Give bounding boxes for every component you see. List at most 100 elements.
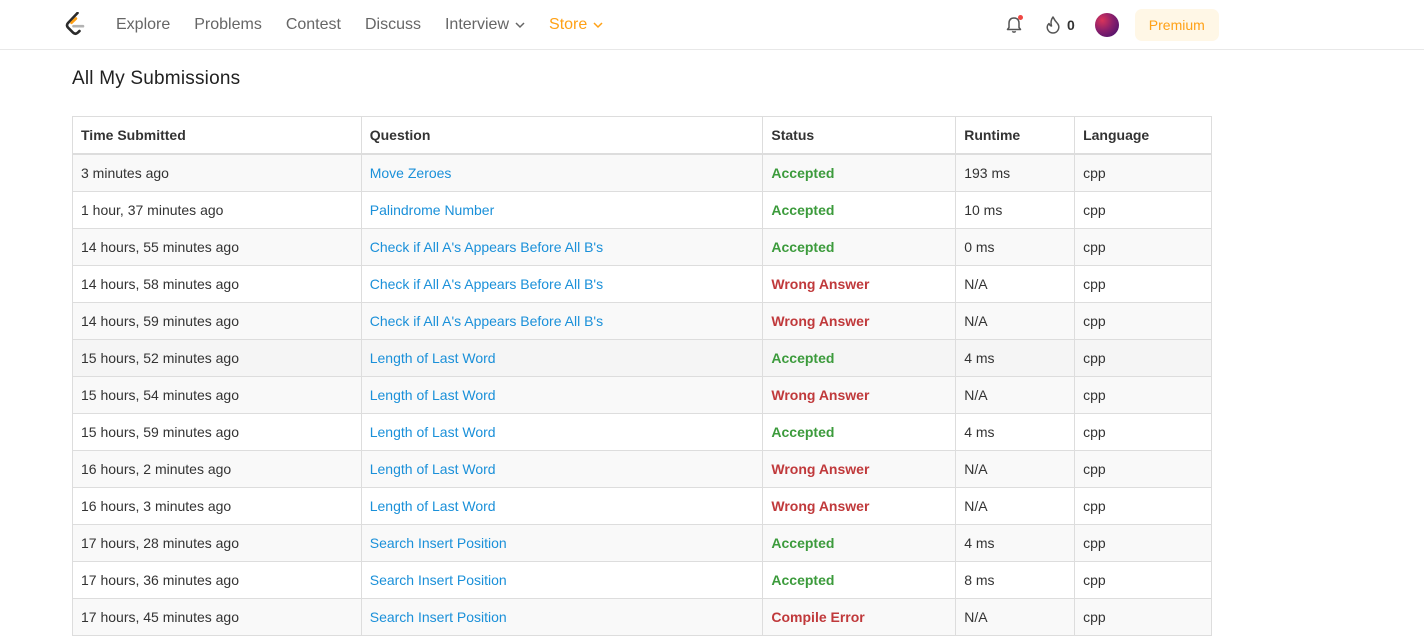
table-row: 1 hour, 37 minutes ago Palindrome Number A… — [72, 191, 1212, 229]
cell-question: Move Zeroes — [360, 153, 764, 192]
question-link[interactable]: Search Insert Position — [370, 535, 507, 551]
header-question: Question — [360, 116, 764, 155]
table-row: 15 hours, 54 minutes ago Length of Last W… — [72, 376, 1212, 414]
chevron-down-icon — [593, 21, 603, 28]
cell-status: Accepted — [762, 191, 957, 229]
table-row: 14 hours, 55 minutes ago Check if All A's… — [72, 228, 1212, 266]
question-link[interactable]: Move Zeroes — [370, 165, 452, 181]
notification-dot — [1018, 14, 1023, 20]
status-link[interactable]: Compile Error — [771, 609, 864, 625]
cell-language: cpp — [1074, 487, 1212, 525]
status-link[interactable]: Accepted — [771, 424, 834, 440]
cell-language: cpp — [1074, 228, 1212, 266]
question-link[interactable]: Length of Last Word — [370, 498, 496, 514]
nav-interview[interactable]: Interview — [445, 16, 525, 34]
question-link[interactable]: Search Insert Position — [370, 609, 507, 625]
avatar[interactable] — [1094, 12, 1119, 37]
cell-language: cpp — [1074, 265, 1212, 303]
status-link[interactable]: Accepted — [771, 535, 834, 551]
table-row: 16 hours, 3 minutes ago Length of Last Wo… — [72, 487, 1212, 525]
status-link[interactable]: Accepted — [771, 202, 834, 218]
cell-time-submitted: 15 hours, 52 minutes ago — [72, 339, 362, 377]
cell-question: Check if All A's Appears Before All B's — [360, 228, 764, 266]
status-link[interactable]: Wrong Answer — [771, 387, 869, 403]
status-link[interactable]: Wrong Answer — [771, 461, 869, 477]
header-time-submitted: Time Submitted — [72, 116, 362, 155]
cell-language: cpp — [1074, 561, 1212, 599]
status-link[interactable]: Accepted — [771, 239, 834, 255]
page-title: All My Submissions — [72, 68, 241, 89]
nav-store-label: Store — [549, 15, 588, 33]
cell-question: Check if All A's Appears Before All B's — [360, 302, 764, 340]
cell-question: Search Insert Position — [360, 561, 764, 599]
question-link[interactable]: Length of Last Word — [370, 461, 496, 477]
cell-runtime: N/A — [955, 450, 1076, 488]
cell-time-submitted: 3 minutes ago — [72, 153, 362, 192]
question-link[interactable]: Palindrome Number — [370, 202, 495, 218]
question-link[interactable]: Length of Last Word — [370, 424, 496, 440]
cell-runtime: N/A — [955, 302, 1076, 340]
question-link[interactable]: Length of Last Word — [370, 350, 496, 366]
cell-runtime: 10 ms — [955, 191, 1076, 229]
cell-time-submitted: 17 hours, 28 minutes ago — [72, 524, 362, 562]
cell-question: Length of Last Word — [360, 376, 764, 414]
streak-count: 0 — [1067, 16, 1075, 33]
question-link[interactable]: Check if All A's Appears Before All B's — [370, 276, 603, 292]
cell-status: Accepted — [762, 339, 957, 377]
cell-status: Accepted — [762, 153, 957, 192]
status-link[interactable]: Wrong Answer — [771, 276, 869, 292]
nav-explore[interactable]: Explore — [116, 16, 170, 34]
cell-question: Palindrome Number — [360, 191, 764, 229]
premium-button[interactable]: Premium — [1134, 8, 1219, 41]
leetcode-logo-icon[interactable] — [64, 12, 86, 38]
status-link[interactable]: Wrong Answer — [771, 498, 869, 514]
cell-language: cpp — [1074, 376, 1212, 414]
notifications-button[interactable] — [1004, 14, 1024, 35]
header-runtime: Runtime — [955, 116, 1076, 155]
cell-time-submitted: 17 hours, 36 minutes ago — [72, 561, 362, 599]
cell-status: Accepted — [762, 228, 957, 266]
cell-question: Search Insert Position — [360, 598, 764, 636]
cell-question: Length of Last Word — [360, 339, 764, 377]
header-status: Status — [762, 116, 957, 155]
cell-runtime: 4 ms — [955, 413, 1076, 451]
cell-runtime: 4 ms — [955, 339, 1076, 377]
cell-language: cpp — [1074, 302, 1212, 340]
cell-language: cpp — [1074, 191, 1212, 229]
cell-language: cpp — [1074, 153, 1212, 192]
cell-time-submitted: 16 hours, 3 minutes ago — [72, 487, 362, 525]
cell-status: Accepted — [762, 524, 957, 562]
table-row: 16 hours, 2 minutes ago Length of Last Wo… — [72, 450, 1212, 488]
cell-runtime: N/A — [955, 376, 1076, 414]
status-link[interactable]: Accepted — [771, 572, 834, 588]
question-link[interactable]: Search Insert Position — [370, 572, 507, 588]
cell-time-submitted: 1 hour, 37 minutes ago — [72, 191, 362, 229]
table-row: 14 hours, 59 minutes ago Check if All A's… — [72, 302, 1212, 340]
table-row: 17 hours, 36 minutes ago Search Insert Po… — [72, 561, 1212, 599]
nav-contest[interactable]: Contest — [286, 16, 341, 34]
cell-time-submitted: 14 hours, 55 minutes ago — [72, 228, 362, 266]
submissions-table: Time Submitted Question Status Runtime L… — [72, 116, 1212, 636]
question-link[interactable]: Check if All A's Appears Before All B's — [370, 239, 603, 255]
nav-problems[interactable]: Problems — [194, 16, 262, 34]
nav-discuss[interactable]: Discuss — [365, 16, 421, 34]
status-link[interactable]: Accepted — [771, 165, 834, 181]
question-link[interactable]: Check if All A's Appears Before All B's — [370, 313, 603, 329]
cell-question: Check if All A's Appears Before All B's — [360, 265, 764, 303]
cell-status: Accepted — [762, 413, 957, 451]
status-link[interactable]: Accepted — [771, 350, 834, 366]
fire-icon[interactable] — [1044, 15, 1062, 35]
cell-runtime: 0 ms — [955, 228, 1076, 266]
question-link[interactable]: Length of Last Word — [370, 387, 496, 403]
cell-question: Search Insert Position — [360, 524, 764, 562]
cell-runtime: N/A — [955, 265, 1076, 303]
cell-runtime: 193 ms — [955, 153, 1076, 192]
cell-status: Wrong Answer — [762, 265, 957, 303]
cell-time-submitted: 14 hours, 59 minutes ago — [72, 302, 362, 340]
cell-question: Length of Last Word — [360, 450, 764, 488]
cell-status: Wrong Answer — [762, 376, 957, 414]
nav-store[interactable]: Store — [549, 16, 603, 34]
table-row: 3 minutes ago Move Zeroes Accepted 193 ms cp… — [72, 153, 1212, 192]
table-row: 15 hours, 59 minutes ago Length of Last W… — [72, 413, 1212, 451]
status-link[interactable]: Wrong Answer — [771, 313, 869, 329]
